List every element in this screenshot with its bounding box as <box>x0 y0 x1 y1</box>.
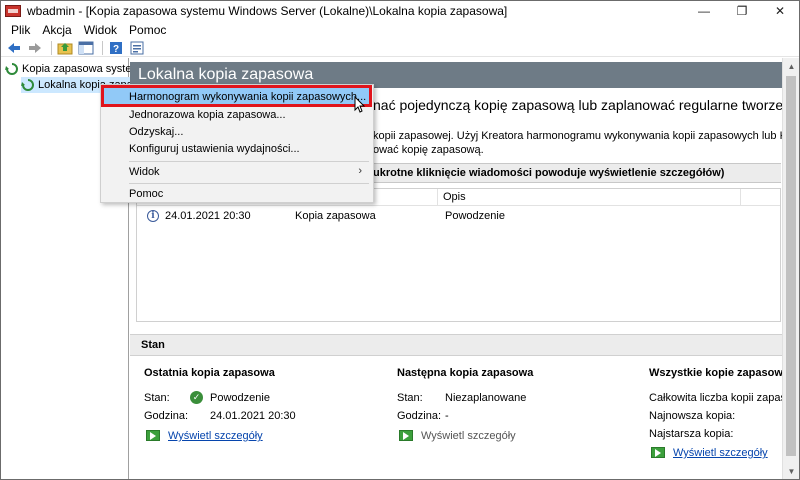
all-backups-details-link[interactable]: Wyświetl szczegóły <box>673 447 768 459</box>
last-backup-stan-label: Stan: <box>144 392 170 404</box>
title-bar: wbadmin - [Kopia zapasowa systemu Window… <box>1 1 799 21</box>
wbadmin-app-icon <box>5 5 21 17</box>
toolbar-separator <box>102 40 103 55</box>
column-divider <box>740 189 741 206</box>
next-backup-panel: Następna kopia zapasowa Stan: Niezaplano… <box>397 367 627 467</box>
next-backup-time-value: - <box>445 410 449 422</box>
arrow-left-icon <box>8 42 20 53</box>
submenu-arrow-icon: › <box>358 165 362 177</box>
menu-widok[interactable]: Widok <box>78 23 123 37</box>
next-backup-title: Następna kopia zapasowa <box>397 367 534 379</box>
ctx-item-view-label: Widok <box>129 166 160 178</box>
last-backup-panel: Ostatnia kopia zapasowa Stan: ✓ Powodzen… <box>144 367 374 467</box>
menu-separator <box>129 161 369 162</box>
go-arrow-icon <box>146 430 160 441</box>
go-arrow-icon <box>399 430 413 441</box>
properties-icon <box>130 41 144 54</box>
next-backup-stan-value: Niezaplanowane <box>445 392 527 404</box>
back-button[interactable] <box>5 40 23 56</box>
annotation-highlight-box <box>101 85 372 107</box>
next-backup-stan-label: Stan: <box>397 392 423 404</box>
folder-up-icon <box>57 42 73 54</box>
backup-root-icon <box>5 63 18 75</box>
window-controls: — ❐ ✕ <box>685 1 799 21</box>
status-section-header: Stan <box>130 334 783 356</box>
all-backups-newest-label: Najnowsza kopia: <box>649 410 736 422</box>
last-backup-time-value: 24.01.2021 20:30 <box>210 410 296 422</box>
up-folder-button[interactable] <box>56 40 74 56</box>
messages-table: Opis i 24.01.2021 20:30 Kopia zapasowa P… <box>136 188 781 322</box>
app-window: wbadmin - [Kopia zapasowa systemu Window… <box>0 0 800 480</box>
go-arrow-icon <box>651 447 665 458</box>
ctx-item-recover[interactable]: Odzyskaj... <box>102 123 372 141</box>
ctx-item-configure-performance[interactable]: Konfiguruj ustawienia wydajności... <box>102 140 372 158</box>
column-divider <box>437 189 438 206</box>
window-title: wbadmin - [Kopia zapasowa systemu Window… <box>27 4 508 18</box>
ctx-item-help[interactable]: Pomoc <box>102 185 372 203</box>
last-backup-details-link[interactable]: Wyświetl szczegóły <box>168 430 263 442</box>
local-backup-icon <box>21 79 34 91</box>
show-tree-button[interactable] <box>77 40 95 56</box>
toolbar: ? <box>1 39 799 57</box>
arrow-right-icon <box>29 42 41 53</box>
scroll-down-icon[interactable]: ▼ <box>783 463 799 479</box>
next-backup-time-label: Godzina: <box>397 410 442 422</box>
close-button[interactable]: ✕ <box>761 1 799 21</box>
mouse-pointer-icon <box>354 96 366 113</box>
column-header-desc[interactable]: Opis <box>443 191 466 203</box>
message-type: Kopia zapasowa <box>295 210 376 222</box>
last-backup-stan-value: Powodzenie <box>210 392 270 404</box>
intro-description: kopii zapasowej. Użyj Kreatora harmonogr… <box>373 130 783 142</box>
all-backups-oldest-label: Najstarsza kopia: <box>649 428 734 440</box>
help-button[interactable]: ? <box>107 40 125 56</box>
success-check-icon: ✓ <box>190 391 203 404</box>
last-backup-title: Ostatnia kopia zapasowa <box>144 367 275 379</box>
menu-akcja[interactable]: Akcja <box>36 23 77 37</box>
intro-heading: nać pojedynczą kopię zapasową lub zaplan… <box>373 97 783 113</box>
message-desc: Powodzenie <box>445 210 505 222</box>
toolbar-separator <box>51 40 52 55</box>
vertical-scrollbar[interactable]: ▲ ▼ <box>782 58 799 479</box>
menu-bar: Plik Akcja Widok Pomoc <box>1 21 799 39</box>
scroll-up-icon[interactable]: ▲ <box>783 58 799 74</box>
menu-pomoc[interactable]: Pomoc <box>123 23 172 37</box>
ctx-item-view[interactable]: Widok › <box>102 163 372 181</box>
all-backups-title: Wszystkie kopie zapasowe <box>649 367 783 379</box>
help-icon: ? <box>110 41 122 55</box>
minimize-button[interactable]: — <box>685 1 723 21</box>
maximize-button[interactable]: ❐ <box>723 1 761 21</box>
properties-button[interactable] <box>128 40 146 56</box>
scrollbar-thumb[interactable] <box>786 76 796 456</box>
svg-text:?: ? <box>113 44 119 55</box>
info-icon: i <box>147 210 159 222</box>
menu-plik[interactable]: Plik <box>5 23 36 37</box>
forward-button[interactable] <box>26 40 44 56</box>
intro-description-cont: ować kopię zapasową. <box>373 144 484 156</box>
menu-separator <box>129 183 369 184</box>
last-backup-time-label: Godzina: <box>144 410 189 422</box>
all-backups-panel: Wszystkie kopie zapasowe Całkowita liczb… <box>649 367 783 467</box>
next-backup-details-link[interactable]: Wyświetl szczegóły <box>421 430 516 442</box>
all-backups-total-label: Całkowita liczba kopii zapasowych: <box>649 392 783 404</box>
message-time: 24.01.2021 20:30 <box>165 210 251 222</box>
ctx-item-backup-once[interactable]: Jednorazowa kopia zapasowa... <box>102 106 372 124</box>
table-row[interactable]: i 24.01.2021 20:30 Kopia zapasowa Powodz… <box>137 209 780 225</box>
console-tree-icon <box>78 41 94 54</box>
